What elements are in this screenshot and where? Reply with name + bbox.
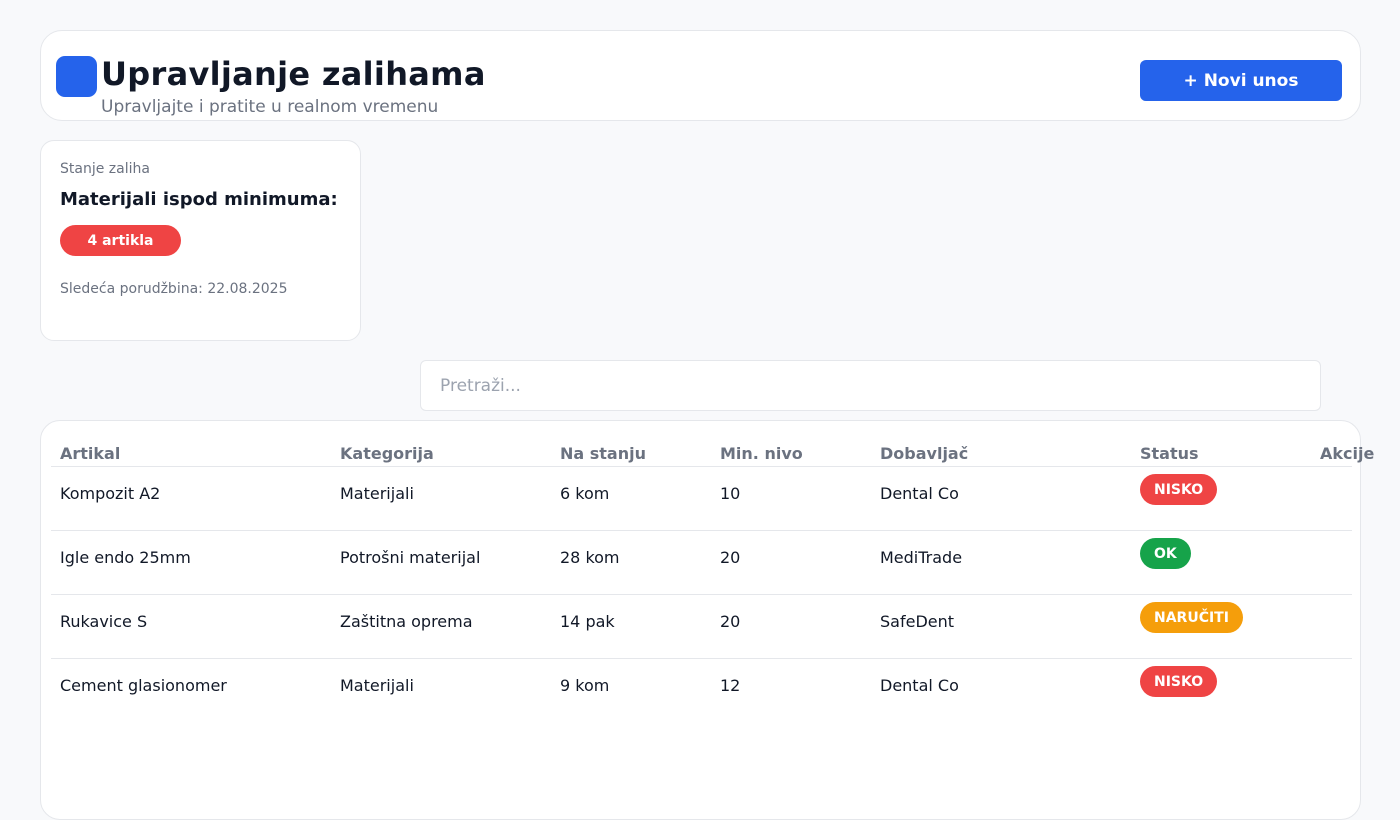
cell-in-stock: 9 kom bbox=[560, 676, 610, 695]
cell-supplier: SafeDent bbox=[880, 612, 955, 631]
cell-supplier: Dental Co bbox=[880, 484, 959, 503]
page-title: Upravljanje zalihama bbox=[101, 55, 486, 93]
cell-item: Kompozit A2 bbox=[60, 484, 161, 503]
cell-item: Igle endo 25mm bbox=[60, 548, 191, 567]
stock-card-heading: Materijali ispod minimuma: bbox=[60, 189, 338, 210]
column-header-actions: Akcije bbox=[1320, 444, 1375, 463]
cell-item: Rukavice S bbox=[60, 612, 148, 631]
table-row[interactable]: Cement glasionomer Materijali 9 kom 12 D… bbox=[41, 666, 1362, 740]
table-divider bbox=[51, 466, 1352, 467]
cell-min-level: 12 bbox=[720, 676, 741, 695]
search-input[interactable] bbox=[420, 360, 1321, 411]
status-badge: NISKO bbox=[1140, 666, 1218, 697]
column-header-min-level[interactable]: Min. nivo bbox=[720, 444, 803, 464]
column-header-in-stock[interactable]: Na stanju bbox=[560, 444, 646, 464]
page-subtitle: Upravljajte i pratite u realnom vremenu bbox=[101, 97, 439, 117]
next-order-date: Sledeća porudžbina: 22.08.2025 bbox=[60, 281, 288, 297]
cell-min-level: 10 bbox=[720, 484, 741, 503]
column-header-status[interactable]: Status bbox=[1140, 444, 1199, 464]
page-header: Upravljanje zalihama Upravljajte i prati… bbox=[40, 30, 1361, 121]
below-minimum-count-badge: 4 artikla bbox=[60, 225, 181, 256]
inventory-table: Artikal Kategorija Na stanju Min. nivo D… bbox=[40, 420, 1374, 820]
cell-item: Cement glasionomer bbox=[60, 676, 227, 695]
cell-min-level: 20 bbox=[720, 548, 741, 567]
cell-category: Materijali bbox=[340, 484, 414, 503]
logo-icon bbox=[56, 56, 97, 97]
cell-supplier: Dental Co bbox=[880, 676, 959, 695]
status-badge: NARUČITI bbox=[1140, 602, 1243, 633]
cell-in-stock: 14 pak bbox=[560, 612, 615, 631]
cell-category: Materijali bbox=[340, 676, 414, 695]
cell-category: Potrošni materijal bbox=[340, 548, 481, 567]
cell-min-level: 20 bbox=[720, 612, 741, 631]
column-header-category[interactable]: Kategorija bbox=[340, 444, 434, 464]
new-entry-button[interactable]: + Novi unos bbox=[1140, 60, 1342, 101]
cell-category: Zaštitna oprema bbox=[340, 612, 473, 631]
column-header-item[interactable]: Artikal bbox=[60, 444, 120, 464]
cell-in-stock: 6 kom bbox=[560, 484, 610, 503]
status-badge: NISKO bbox=[1140, 474, 1218, 505]
cell-supplier: MediTrade bbox=[880, 548, 963, 567]
stock-status-card: Stanje zaliha Materijali ispod minimuma:… bbox=[40, 140, 361, 341]
stock-card-label: Stanje zaliha bbox=[60, 161, 150, 177]
column-header-supplier[interactable]: Dobavljač bbox=[880, 444, 968, 464]
status-badge: OK bbox=[1140, 538, 1191, 569]
cell-in-stock: 28 kom bbox=[560, 548, 620, 567]
